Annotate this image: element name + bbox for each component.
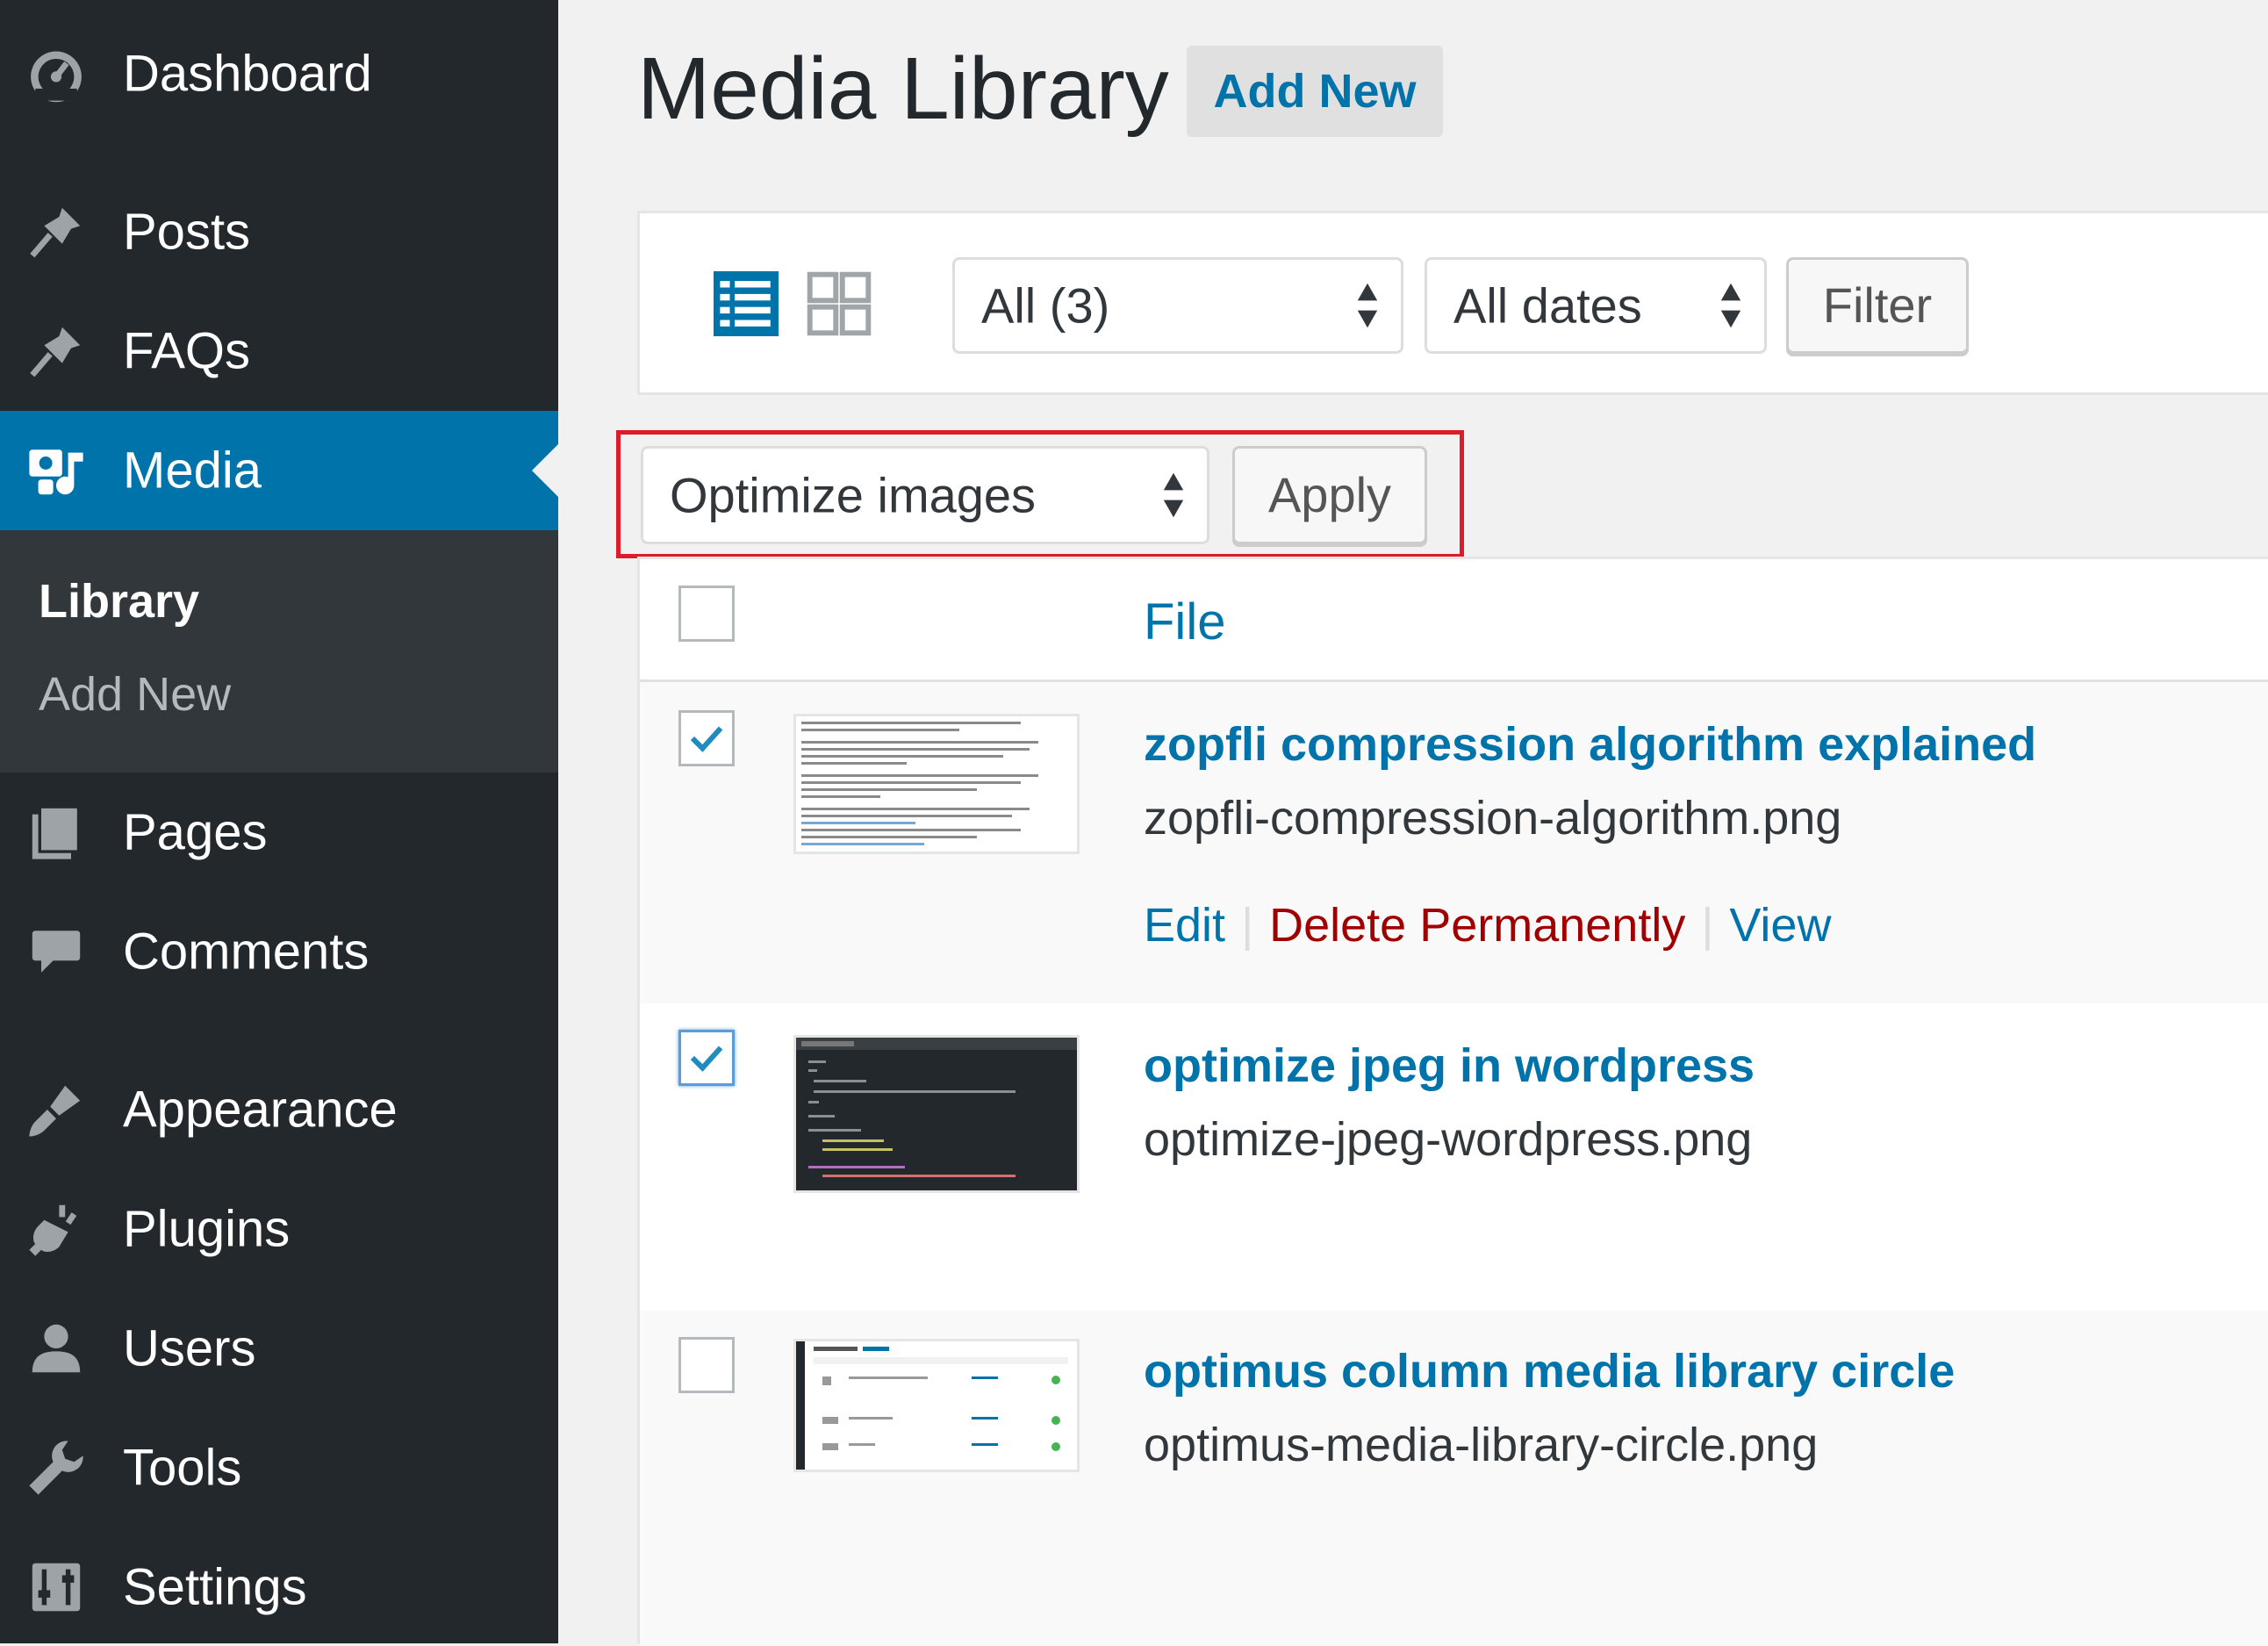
media-filter-bar: All (3) All dates Filter (637, 211, 2268, 395)
media-filename: optimus-media-library-circle.png (1144, 1419, 1819, 1471)
media-title-link[interactable]: optimize jpeg in wordpress (1144, 1039, 1755, 1093)
delete-permanently-link[interactable]: Delete Permanently (1269, 899, 1685, 952)
menu-item-dashboard[interactable]: Dashboard (0, 21, 558, 126)
table-header: File (640, 559, 2268, 682)
pushpin-icon (30, 327, 81, 377)
menu-label: Media (123, 442, 262, 500)
media-icon (29, 449, 83, 495)
media-thumbnail[interactable] (793, 714, 1080, 854)
separator: | (1701, 899, 1714, 952)
dashboard-icon (31, 51, 82, 103)
thumbnail-media-library-image (796, 1341, 1068, 1470)
select-all-checkbox[interactable] (678, 586, 735, 642)
wrench-icon (29, 1441, 83, 1495)
menu-item-media[interactable]: Media (0, 411, 558, 530)
media-thumbnail[interactable] (793, 1035, 1080, 1193)
menu-label: Plugins (123, 1200, 291, 1258)
media-title-link[interactable]: zopfli compression algorithm explained (1144, 717, 2036, 772)
pushpin-icon (30, 207, 81, 258)
row-checkbox[interactable] (678, 710, 735, 766)
view-link[interactable]: View (1729, 899, 1831, 952)
media-thumbnail[interactable] (793, 1339, 1080, 1472)
select-value: All (3) (981, 277, 1110, 334)
row-checkbox[interactable] (678, 1337, 735, 1393)
user-icon (32, 1324, 81, 1373)
thumbnail-code-editor-image (796, 1038, 1077, 1177)
comment-bubble-icon (32, 931, 81, 973)
submenu-item-library[interactable]: Library (39, 574, 199, 629)
list-view-icon[interactable] (714, 271, 779, 336)
menu-item-posts[interactable]: Posts (0, 179, 558, 284)
grid-view-icon[interactable] (807, 271, 872, 336)
menu-item-appearance[interactable]: Appearance (0, 1057, 558, 1162)
pages-icon (32, 808, 77, 859)
select-arrows-icon (1720, 283, 1741, 328)
page-title: Media Library (637, 40, 1169, 138)
select-arrows-icon (1357, 283, 1378, 328)
menu-label: Settings (123, 1558, 307, 1616)
menu-label: Appearance (123, 1081, 398, 1139)
current-indicator-arrow (532, 444, 558, 497)
menu-item-settings[interactable]: Settings (0, 1535, 558, 1640)
column-header-file[interactable]: File (1144, 593, 1225, 651)
paintbrush-icon (29, 1085, 81, 1137)
menu-label: Posts (123, 203, 251, 261)
media-type-select[interactable]: All (3) (952, 257, 1403, 354)
plugin-icon (29, 1204, 77, 1256)
table-row: optimize jpeg in wordpress optimize-jpeg… (640, 1003, 2268, 1311)
admin-sidebar: Dashboard Posts FAQs Media Library Add N… (0, 0, 558, 1643)
row-actions: Edit | Delete Permanently | View (1144, 898, 1831, 952)
menu-label: Pages (123, 803, 268, 861)
row-checkbox[interactable] (678, 1030, 735, 1086)
menu-label: FAQs (123, 322, 251, 380)
highlight-box (616, 430, 1464, 558)
media-filename: optimize-jpeg-wordpress.png (1144, 1113, 1753, 1166)
checkmark-icon (690, 726, 723, 752)
add-new-button[interactable]: Add New (1187, 46, 1443, 137)
menu-item-tools[interactable]: Tools (0, 1415, 558, 1520)
menu-label: Tools (123, 1439, 242, 1497)
table-row: zopfli compression algorithm explained z… (640, 682, 2268, 1003)
checkmark-icon (690, 1046, 723, 1072)
separator: | (1241, 899, 1254, 952)
table-row: optimus column media library circle opti… (640, 1311, 2268, 1646)
menu-item-faqs[interactable]: FAQs (0, 298, 558, 404)
media-filename: zopfli-compression-algorithm.png (1144, 792, 1842, 845)
menu-label: Users (123, 1319, 256, 1377)
select-value: All dates (1453, 277, 1642, 334)
menu-item-pages[interactable]: Pages (0, 780, 558, 885)
menu-item-plugins[interactable]: Plugins (0, 1176, 558, 1282)
media-submenu: Library Add New (0, 530, 558, 773)
thumbnail-document-image (801, 722, 1038, 845)
edit-link[interactable]: Edit (1144, 899, 1225, 952)
menu-item-users[interactable]: Users (0, 1296, 558, 1401)
filter-button[interactable]: Filter (1786, 257, 1969, 354)
submenu-item-add-new[interactable]: Add New (39, 667, 231, 722)
date-select[interactable]: All dates (1425, 257, 1767, 354)
menu-label: Comments (123, 923, 370, 981)
menu-item-comments[interactable]: Comments (0, 899, 558, 1004)
media-title-link[interactable]: optimus column media library circle (1144, 1344, 1955, 1398)
sliders-icon (32, 1563, 81, 1612)
media-table: File zopfli compression algorithm explai… (637, 557, 2268, 1646)
menu-label: Dashboard (123, 45, 372, 103)
